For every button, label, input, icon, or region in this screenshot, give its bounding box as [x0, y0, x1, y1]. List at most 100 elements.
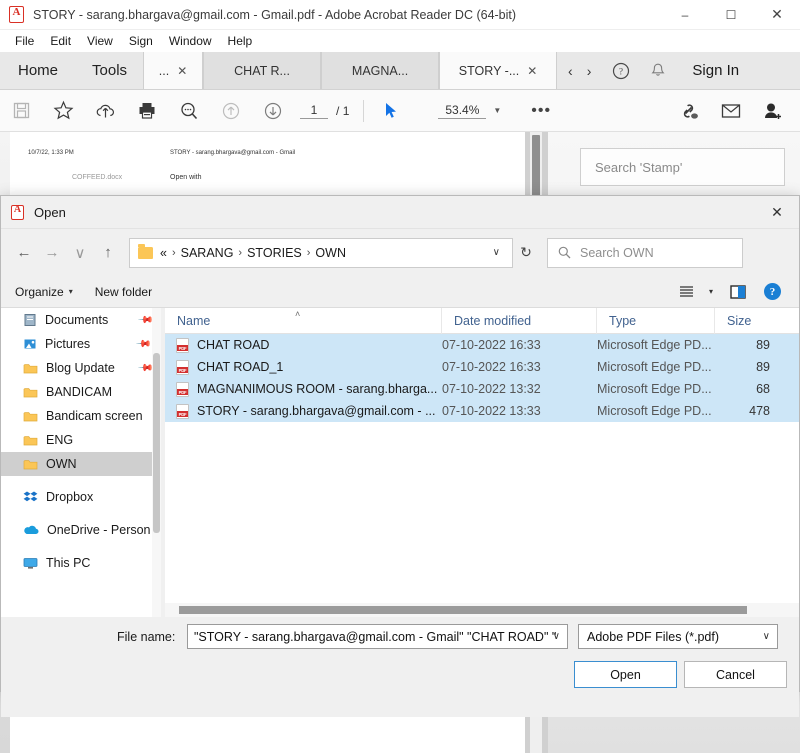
this-pc-icon — [23, 557, 38, 570]
sidebar-scroll-thumb[interactable] — [153, 353, 160, 533]
breadcrumb-dropdown-icon[interactable]: ∨ — [485, 247, 508, 258]
document-tab-3[interactable]: MAGNA... — [321, 52, 439, 89]
tab-label: CHAT R... — [226, 64, 298, 78]
column-header-size[interactable]: Size — [715, 308, 785, 334]
page-number-input[interactable]: 1 — [300, 103, 328, 119]
more-tools-button[interactable]: ••• — [531, 102, 551, 120]
sidebar-item-this-pc[interactable]: This PC — [1, 551, 161, 575]
chevron-down-icon[interactable]: ▾ — [69, 287, 73, 296]
table-row[interactable]: CHAT ROAD_1 07-10-2022 16:33 Microsoft E… — [165, 356, 799, 378]
sidebar-item-bandicam[interactable]: BANDICAM — [1, 380, 161, 404]
tab-tools[interactable]: Tools — [76, 52, 143, 89]
stamp-search-input[interactable]: Search 'Stamp' — [580, 148, 785, 186]
file-type: Microsoft Edge PD... — [597, 360, 715, 374]
sidebar-item-onedrive[interactable]: OneDrive - Person — [1, 518, 161, 542]
chevron-down-icon[interactable]: ∨ — [553, 631, 560, 642]
upload-cloud-icon[interactable] — [84, 90, 126, 132]
new-folder-button[interactable]: New folder — [95, 285, 152, 299]
minimize-button[interactable]: – — [662, 0, 708, 30]
search-input[interactable]: Search OWN — [547, 238, 743, 268]
document-tab-2[interactable]: CHAT R... — [203, 52, 321, 89]
maximize-button[interactable]: ☐ — [708, 0, 754, 30]
chevron-left-icon[interactable]: ‹ — [561, 63, 580, 79]
document-tab-1[interactable]: ... ✕ — [143, 52, 203, 89]
view-dropdown-icon[interactable]: ▾ — [709, 287, 713, 296]
dialog-close-button[interactable]: ✕ — [755, 196, 799, 229]
file-size: 68 — [715, 382, 770, 396]
breadcrumb-prefix: « — [160, 246, 167, 260]
dialog-body: Documents 📌 Pictures 📌 — [1, 308, 799, 617]
file-date: 07-10-2022 13:33 — [442, 404, 597, 418]
column-header-date-modified[interactable]: Date modified — [442, 308, 597, 334]
sidebar-item-bandicam-screen[interactable]: Bandicam screen — [1, 404, 161, 428]
folder-icon — [138, 247, 153, 259]
zoom-level-input[interactable]: 53.4% — [438, 103, 486, 119]
preview-pane-icon[interactable] — [725, 280, 751, 304]
tab-home[interactable]: Home — [0, 52, 76, 89]
print-icon[interactable] — [126, 90, 168, 132]
close-icon[interactable]: ✕ — [527, 64, 545, 78]
pin-icon[interactable]: 📌 — [136, 312, 153, 329]
menu-window[interactable]: Window — [161, 30, 220, 52]
dialog-sidebar: Documents 📌 Pictures 📌 — [1, 308, 161, 617]
close-button[interactable]: ✕ — [754, 0, 800, 30]
organize-button[interactable]: Organize — [15, 285, 64, 299]
open-button[interactable]: Open — [574, 661, 677, 688]
bell-icon[interactable] — [640, 52, 676, 89]
add-person-icon[interactable] — [752, 90, 794, 132]
menu-view[interactable]: View — [79, 30, 121, 52]
help-icon[interactable]: ? — [764, 283, 781, 300]
pin-icon[interactable]: 📌 — [136, 360, 153, 377]
search-icon[interactable] — [168, 90, 210, 132]
back-button[interactable]: ← — [11, 240, 37, 266]
sidebar-item-pictures[interactable]: Pictures 📌 — [1, 332, 161, 356]
share-link-icon[interactable] — [668, 90, 710, 132]
file-type-select[interactable]: Adobe PDF Files (*.pdf) ∨ — [578, 624, 778, 649]
refresh-icon[interactable]: ↻ — [513, 240, 539, 266]
help-icon[interactable]: ? — [602, 52, 640, 89]
breadcrumb-item-stories[interactable]: STORIES — [247, 246, 302, 260]
menu-edit[interactable]: Edit — [42, 30, 79, 52]
menu-sign[interactable]: Sign — [121, 30, 161, 52]
sign-in-button[interactable]: Sign In — [676, 52, 755, 89]
horizontal-scrollbar-thumb[interactable] — [179, 606, 747, 614]
sidebar-item-blog-update[interactable]: Blog Update 📌 — [1, 356, 161, 380]
chevron-down-icon[interactable]: ∨ — [763, 631, 770, 642]
view-list-icon[interactable] — [674, 280, 700, 304]
cancel-button[interactable]: Cancel — [684, 661, 787, 688]
select-cursor-icon[interactable] — [370, 90, 412, 132]
forward-button[interactable]: → — [39, 240, 65, 266]
file-list-pane: Name ˄ Date modified Type Size CHAT ROAD… — [165, 308, 799, 617]
file-name-input[interactable]: "STORY - sarang.bhargava@gmail.com - Gma… — [187, 624, 568, 649]
sidebar-item-documents[interactable]: Documents 📌 — [1, 308, 161, 332]
table-row[interactable]: CHAT ROAD 07-10-2022 16:33 Microsoft Edg… — [165, 334, 799, 356]
table-row[interactable]: STORY - sarang.bhargava@gmail.com - ... … — [165, 400, 799, 422]
chevron-right-icon[interactable]: › — [580, 63, 599, 79]
page-up-icon[interactable] — [210, 90, 252, 132]
pin-icon[interactable]: 📌 — [134, 336, 151, 353]
star-icon[interactable] — [42, 90, 84, 132]
breadcrumb[interactable]: « › SARANG › STORIES › OWN ∨ — [129, 238, 513, 268]
svg-text:?: ? — [619, 66, 623, 76]
acrobat-toolbar: 1 / 1 53.4% ▼ ••• — [0, 90, 800, 132]
breadcrumb-item-sarang[interactable]: SARANG — [181, 246, 234, 260]
table-row[interactable]: MAGNANIMOUS ROOM - sarang.bharga... 07-1… — [165, 378, 799, 400]
save-icon[interactable] — [0, 90, 42, 132]
menu-help[interactable]: Help — [220, 30, 261, 52]
sidebar-item-own[interactable]: OWN — [1, 452, 161, 476]
column-header-name[interactable]: Name ˄ — [165, 308, 442, 334]
recent-locations-button[interactable]: ∨ — [67, 240, 93, 266]
email-icon[interactable] — [710, 90, 752, 132]
column-header-type[interactable]: Type — [597, 308, 715, 334]
sidebar-item-eng[interactable]: ENG — [1, 428, 161, 452]
horizontal-scrollbar-track[interactable] — [165, 603, 799, 617]
menu-file[interactable]: File — [7, 30, 42, 52]
breadcrumb-item-own[interactable]: OWN — [315, 246, 346, 260]
chevron-down-icon[interactable]: ▼ — [493, 106, 501, 115]
sidebar-item-dropbox[interactable]: Dropbox — [1, 485, 161, 509]
close-icon[interactable]: ✕ — [177, 64, 195, 78]
pdf-file-icon — [176, 360, 189, 375]
up-button[interactable]: ↑ — [95, 240, 121, 266]
page-down-icon[interactable] — [252, 90, 294, 132]
document-tab-4-active[interactable]: STORY -... ✕ — [439, 52, 557, 89]
